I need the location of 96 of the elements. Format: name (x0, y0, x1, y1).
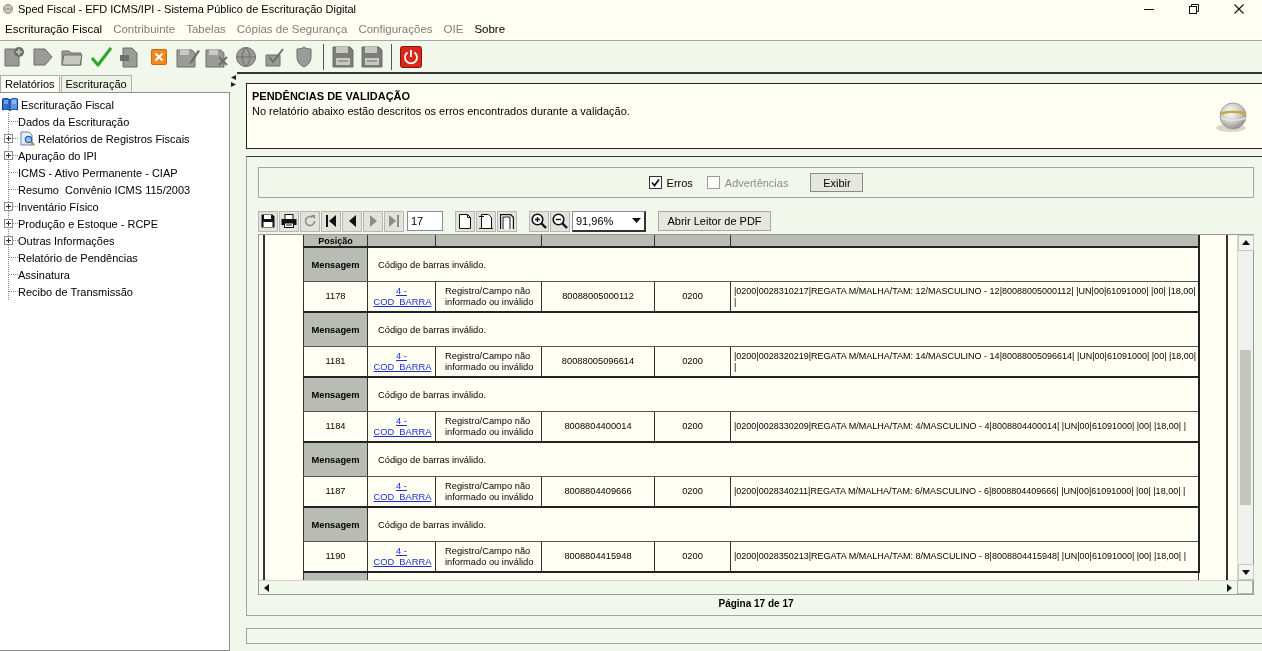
book-icon (2, 98, 18, 111)
table-cell: Mensagem (303, 442, 368, 477)
checkbox-label[interactable]: Erros (666, 176, 693, 189)
zoom-in-icon (531, 213, 547, 229)
table-cell: Registro/Campo não informado ou inválido (435, 281, 542, 312)
menu-item[interactable]: Escrituração Fiscal (0, 23, 108, 35)
toolbar-button[interactable] (321, 210, 341, 232)
app-icon (3, 4, 13, 14)
tree-item[interactable]: ICMS - Ativo Permanente - CIAP (18, 166, 178, 179)
globe-icon (1214, 101, 1250, 133)
table-cell: 0200 (654, 281, 731, 312)
field-link[interactable]: 4 - COD_BARRA (373, 545, 430, 568)
panel-title: PENDÊNCIAS DE VALIDAÇÃO (252, 90, 412, 102)
scroll-up-icon[interactable] (1238, 235, 1254, 251)
page-width-icon (479, 213, 493, 229)
tree-item[interactable]: Recibo de Transmissão (18, 285, 133, 298)
menu-item[interactable]: Sobre (469, 23, 511, 35)
tree-item[interactable]: Resumo Convênio ICMS 115/2003 (18, 183, 191, 196)
tree-item[interactable]: Assinatura (18, 268, 70, 281)
table-cell: |0200|0028340211|REGATA M/MALHA/TAM: 6/MASCULINO - 6|8008804409666| |UN|00|61091000| |00| |18,00| | (730, 476, 1199, 507)
table-cell: Registro/Campo não informado ou inválido (435, 476, 542, 507)
page-icon (459, 213, 471, 229)
field-link[interactable]: 4 - COD_BARRA (373, 480, 430, 503)
table-cell: Código de barras inválido. (367, 442, 1199, 477)
table-cell: Mensagem (303, 247, 368, 282)
table-cell: |0200|0028310217|REGATA M/MALHA/TAM: 12/MASCULINO - 12|80088005000112| |UN|00|61091000| |00| |18,00| | (730, 281, 1199, 312)
tree-item[interactable]: Apuração do IPI (18, 149, 97, 162)
table-cell: 8008804415948 (541, 541, 655, 572)
table-header-cell (367, 235, 436, 247)
window-title: Sped Fiscal - EFD ICMS/IPI - Sistema Público de Escrituração Digital (18, 3, 358, 15)
vertical-scrollbar[interactable] (1237, 235, 1253, 580)
table-cell: Registro/Campo não informado ou inválido (435, 541, 542, 572)
toolbar-button[interactable] (550, 210, 570, 232)
toolbar-button[interactable] (342, 210, 362, 232)
scrollbar-thumb[interactable] (1240, 350, 1251, 505)
table-cell: |0200|0028330209|REGATA M/MALHA/TAM: 4/MASCULINO - 4|8008804400014| |UN|00|61091000| |00| |18,00| | (730, 411, 1199, 442)
table-cell: Registro/Campo não informado ou inválido (435, 346, 542, 377)
field-link[interactable]: 4 - COD_BARRA (373, 415, 430, 438)
tree-item[interactable]: Relatórios de Registros Fiscais (38, 132, 190, 145)
table-cell: Mensagem (303, 507, 368, 542)
expand-icon[interactable] (4, 202, 13, 211)
table-cell: 80088005096614 (541, 346, 655, 377)
table-header-cell: Posição (303, 235, 368, 247)
expand-icon[interactable] (4, 236, 13, 245)
tree-item[interactable]: Outras Informações (18, 234, 115, 247)
table-cell: Código de barras inválido. (367, 507, 1199, 542)
zoom-out-icon (552, 213, 568, 229)
table-cell: |0200|0028350213|REGATA M/MALHA/TAM: 8/MASCULINO - 8|8008804415948| |UN|00|61091000| |00| |18,00| | (730, 541, 1199, 572)
tree-item[interactable]: Escrituração Fiscal (21, 98, 114, 111)
page-field[interactable]: 17 (407, 211, 443, 231)
table-cell: Código de barras inválido. (367, 247, 1199, 282)
expand-icon[interactable] (4, 134, 13, 143)
toolbar-button[interactable] (497, 210, 517, 232)
show-button[interactable]: Exibir (810, 173, 864, 192)
table-cell: 8008804409666 (541, 476, 655, 507)
expand-icon[interactable] (4, 219, 13, 228)
table-cell: 0200 (654, 476, 731, 507)
document-magnifier-icon (20, 131, 35, 146)
tree-item[interactable]: Inventário Físico (18, 200, 99, 213)
tree-item[interactable]: Dados da Escrituração (18, 115, 130, 128)
scrollbar-corner (1237, 580, 1253, 594)
table-cell: Mensagem (303, 312, 368, 347)
table-cell: 8008804400014 (541, 411, 655, 442)
close-icon (1233, 4, 1244, 14)
tab[interactable]: Relatórios (0, 75, 60, 92)
scroll-right-icon[interactable] (1225, 582, 1233, 593)
page-indicator: Página 17 de 17 (717, 598, 795, 609)
checkbox[interactable] (648, 176, 662, 189)
splitter-arrows-icon[interactable] (231, 75, 236, 87)
field-link[interactable]: 4 - COD_BARRA (373, 350, 430, 373)
panel-description: No relatório abaixo estão descritos os erros encontrados durante a validação. (252, 105, 631, 117)
table-cell: 0200 (654, 346, 731, 377)
field-link[interactable]: 4 - COD_BARRA (373, 285, 430, 308)
table-cell: Registro/Campo não informado ou inválido (435, 411, 542, 442)
toolbar-button[interactable] (476, 210, 496, 232)
table-cell: |0200|0028320219|REGATA M/MALHA/TAM: 14/MASCULINO - 14|80088005096614| |UN|00|61091000| |00| |18,00| | (730, 346, 1199, 377)
table-cell: Código de barras inválido. (367, 377, 1199, 412)
toolbar-button[interactable] (529, 210, 549, 232)
table-cell: 80088005000112 (541, 281, 655, 312)
horizontal-scrollbar[interactable] (259, 580, 1237, 594)
table-cell: 0200 (654, 541, 731, 572)
restore-icon (1188, 4, 1199, 14)
tree-item[interactable]: Relatório de Pendências (18, 251, 138, 264)
page-fit-icon (500, 213, 514, 229)
toolbar-button[interactable] (455, 210, 475, 232)
table-cell: Código de barras inválido. (367, 312, 1199, 347)
expand-icon[interactable] (4, 151, 13, 160)
scroll-down-icon[interactable] (1238, 564, 1254, 580)
tree-item[interactable]: Produção e Estoque - RCPE (18, 217, 159, 230)
zoom-dropdown[interactable]: 91,96% (572, 210, 646, 232)
caret-icon (631, 218, 641, 223)
scroll-left-icon[interactable] (263, 582, 271, 593)
table-cell: Mensagem (303, 377, 368, 412)
table-cell: 0200 (654, 411, 731, 442)
pdf-button[interactable]: Abrir Leitor de PDF (658, 211, 771, 231)
tab[interactable]: Escrituração (60, 75, 132, 92)
